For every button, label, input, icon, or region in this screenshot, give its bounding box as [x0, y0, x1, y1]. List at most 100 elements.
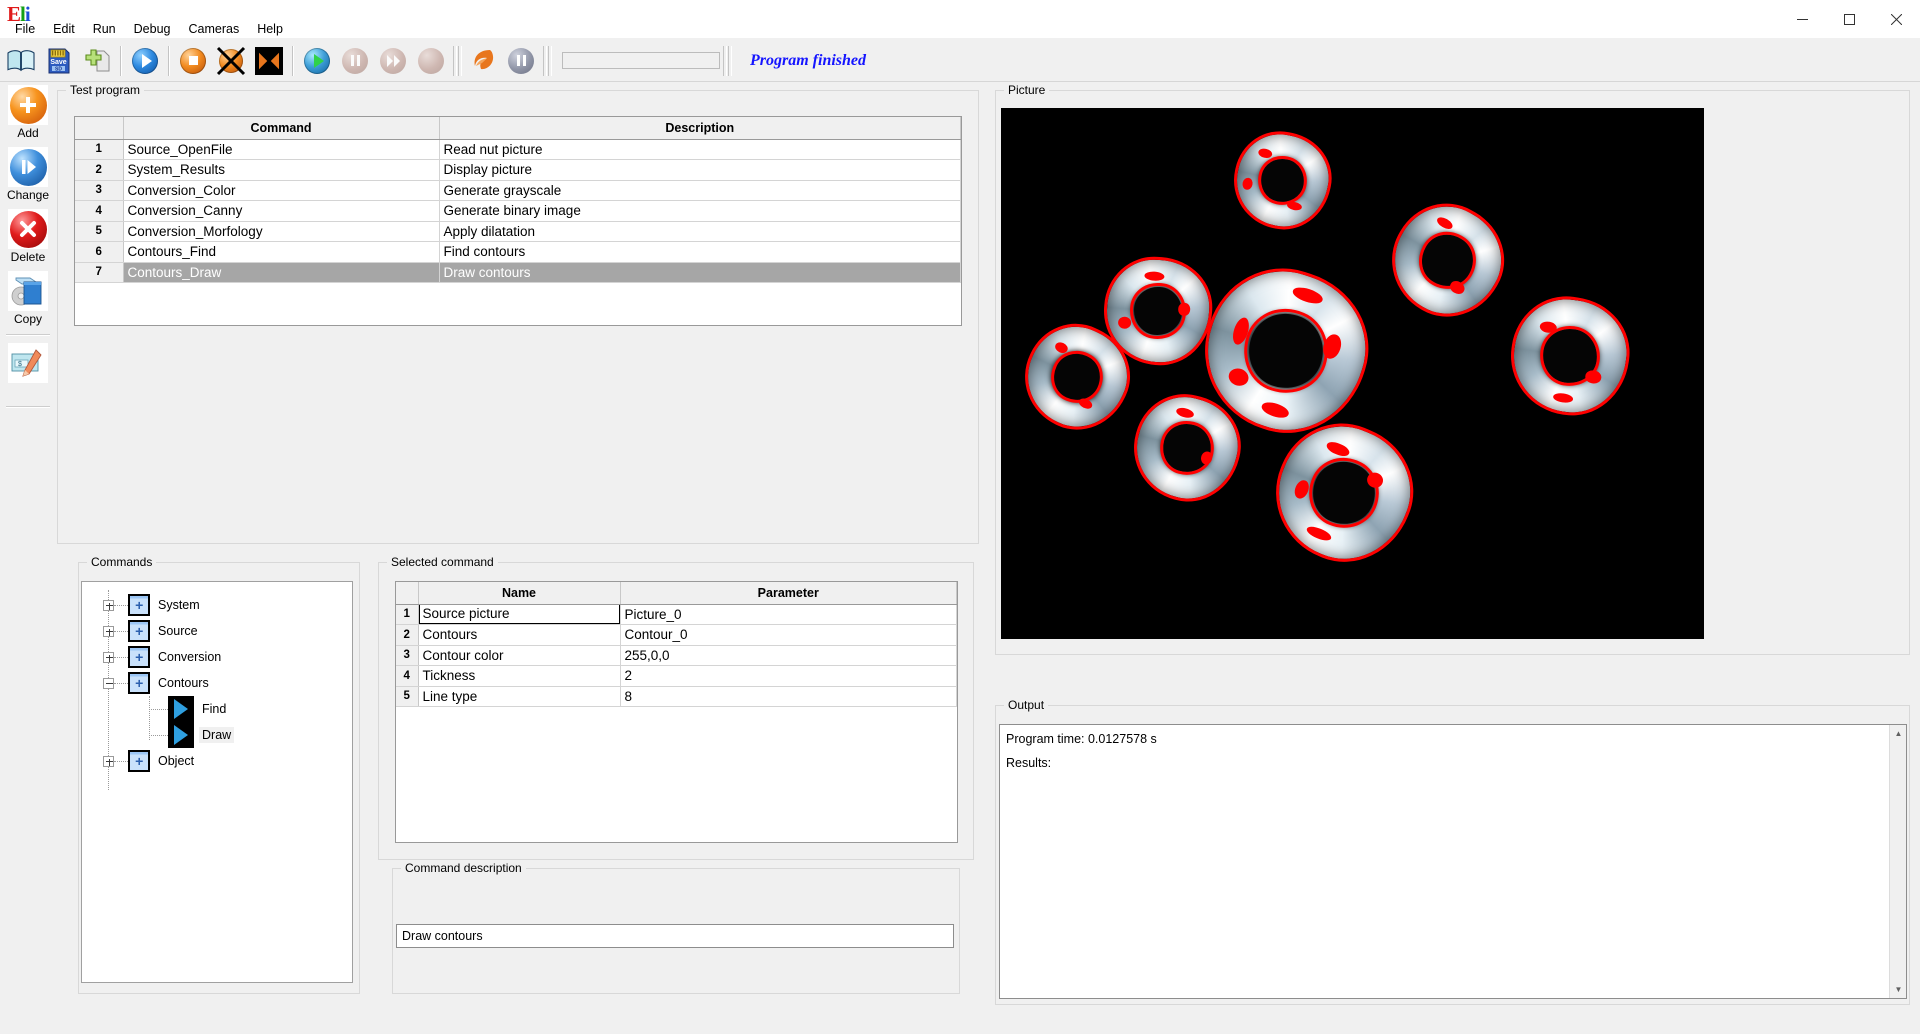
tree-node-label: Find [199, 701, 229, 717]
table-row[interactable]: 2 Contours Contour_0 [396, 625, 957, 646]
table-row[interactable]: 1 Source picture Picture_0 [396, 604, 957, 625]
col-description: Description [439, 117, 961, 139]
table-row[interactable]: 3 Conversion_Color Generate grayscale [75, 180, 961, 201]
menu-item-cameras[interactable]: Cameras [179, 20, 248, 38]
row-command[interactable]: Contours_Draw [123, 262, 439, 283]
table-row[interactable]: 2 System_Results Display picture [75, 160, 961, 181]
cross-circle-icon[interactable] [212, 42, 250, 80]
delete-button[interactable]: Delete [0, 206, 56, 268]
param-name[interactable]: Contours [418, 625, 620, 646]
scroll-up-icon[interactable]: ▲ [1890, 725, 1907, 742]
row-number: 4 [75, 201, 123, 222]
save-program-icon[interactable]: Save SD [40, 42, 78, 80]
tree-connector [149, 735, 168, 736]
param-name[interactable]: Tickness [418, 666, 620, 687]
tree-node-label: System [155, 597, 203, 613]
svg-text:Save: Save [50, 59, 66, 66]
row-command[interactable]: System_Results [123, 160, 439, 181]
row-description[interactable]: Draw contours [439, 262, 961, 283]
focused-cell[interactable]: Source picture [419, 604, 620, 624]
open-program-icon[interactable] [2, 42, 40, 80]
tree-connector [114, 605, 128, 606]
output-textbox[interactable]: Program time: 0.0127578 s Results: ▲ ▼ [999, 724, 1907, 999]
row-number: 7 [75, 262, 123, 283]
debug-run-icon[interactable] [298, 42, 336, 80]
param-value[interactable]: 2 [620, 666, 957, 687]
menu-item-file[interactable]: File [6, 20, 44, 38]
row-command[interactable]: Source_OpenFile [123, 139, 439, 160]
row-description[interactable]: Read nut picture [439, 139, 961, 160]
param-name[interactable]: Contour color [418, 645, 620, 666]
row-description[interactable]: Find contours [439, 242, 961, 263]
row-command[interactable]: Conversion_Morfology [123, 221, 439, 242]
tree-connector [114, 631, 128, 632]
commands-tree[interactable]: System Source Conversion Contours [81, 581, 353, 983]
param-value[interactable]: 255,0,0 [620, 645, 957, 666]
table-row-selected[interactable]: 7 Contours_Draw Draw contours [75, 262, 961, 283]
change-button[interactable]: Change [0, 144, 56, 206]
book-icon [7, 50, 35, 72]
table-row[interactable]: 6 Contours_Find Find contours [75, 242, 961, 263]
tree-node-object[interactable]: Object [82, 748, 352, 774]
table-row[interactable]: 1 Source_OpenFile Read nut picture [75, 139, 961, 160]
row-command[interactable]: Contours_Find [123, 242, 439, 263]
menu-item-edit[interactable]: Edit [44, 20, 84, 38]
expander-plus-icon[interactable] [103, 600, 114, 611]
run-icon[interactable] [126, 42, 164, 80]
col-parameter: Parameter [620, 582, 957, 604]
debug-stop-icon[interactable] [412, 42, 450, 80]
tree-node-label-selected: Draw [199, 727, 234, 743]
selected-command-table[interactable]: Name Parameter 1 Source picture Picture_… [395, 581, 958, 843]
table-row[interactable]: 5 Line type 8 [396, 686, 957, 707]
row-description[interactable]: Apply dilatation [439, 221, 961, 242]
toolbar-separator [168, 46, 170, 76]
param-value[interactable]: Picture_0 [620, 604, 957, 625]
menu-item-debug[interactable]: Debug [125, 20, 180, 38]
copy-folder-icon [8, 271, 48, 311]
tree-node-draw[interactable]: Draw [82, 722, 352, 748]
expander-plus-icon[interactable] [103, 626, 114, 637]
row-command[interactable]: Conversion_Canny [123, 201, 439, 222]
debug-step-icon[interactable] [374, 42, 412, 80]
tree-node-conversion[interactable]: Conversion [82, 644, 352, 670]
tree-node-source[interactable]: Source [82, 618, 352, 644]
param-name[interactable]: Line type [418, 686, 620, 707]
picture-canvas[interactable] [1001, 108, 1704, 639]
param-value[interactable]: Contour_0 [620, 625, 957, 646]
test-program-table[interactable]: Command Description 1 Source_OpenFile Re… [74, 116, 962, 326]
application-window: Eli File Edit Run Debug Cameras Help [0, 0, 1920, 1034]
camera-live-icon[interactable] [464, 42, 502, 80]
table-row[interactable]: 5 Conversion_Morfology Apply dilatation [75, 221, 961, 242]
expander-minus-icon[interactable] [103, 678, 114, 689]
tree-node-contours[interactable]: Contours [82, 670, 352, 696]
param-value[interactable]: 8 [620, 686, 957, 707]
command-description-input[interactable]: Draw contours [396, 924, 954, 948]
tree-node-find[interactable]: Find [82, 696, 352, 722]
scroll-down-icon[interactable]: ▼ [1890, 981, 1907, 998]
expander-plus-icon[interactable] [103, 756, 114, 767]
row-description[interactable]: Generate grayscale [439, 180, 961, 201]
cross-square-icon[interactable] [250, 42, 288, 80]
expander-plus-icon[interactable] [103, 652, 114, 663]
row-description[interactable]: Display picture [439, 160, 961, 181]
new-program-icon[interactable] [78, 42, 116, 80]
table-row[interactable]: 3 Contour color 255,0,0 [396, 645, 957, 666]
menu-item-help[interactable]: Help [248, 20, 292, 38]
stop-icon[interactable] [174, 42, 212, 80]
row-number: 2 [75, 160, 123, 181]
debug-pause-icon[interactable] [336, 42, 374, 80]
add-button[interactable]: Add [0, 82, 56, 144]
camera-pause-icon[interactable] [502, 42, 540, 80]
row-description[interactable]: Generate binary image [439, 201, 961, 222]
table-row[interactable]: 4 Tickness 2 [396, 666, 957, 687]
param-name[interactable]: Source picture [418, 604, 620, 625]
tree-node-label: Conversion [155, 649, 224, 665]
edit-description-button[interactable]: $ [0, 340, 56, 402]
row-command[interactable]: Conversion_Color [123, 180, 439, 201]
tree-node-system[interactable]: System [82, 592, 352, 618]
output-scrollbar[interactable]: ▲ ▼ [1889, 725, 1906, 998]
copy-button[interactable]: Copy [0, 268, 56, 330]
menu-item-run[interactable]: Run [84, 20, 125, 38]
table-row[interactable]: 4 Conversion_Canny Generate binary image [75, 201, 961, 222]
folder-plus-icon [128, 672, 150, 694]
